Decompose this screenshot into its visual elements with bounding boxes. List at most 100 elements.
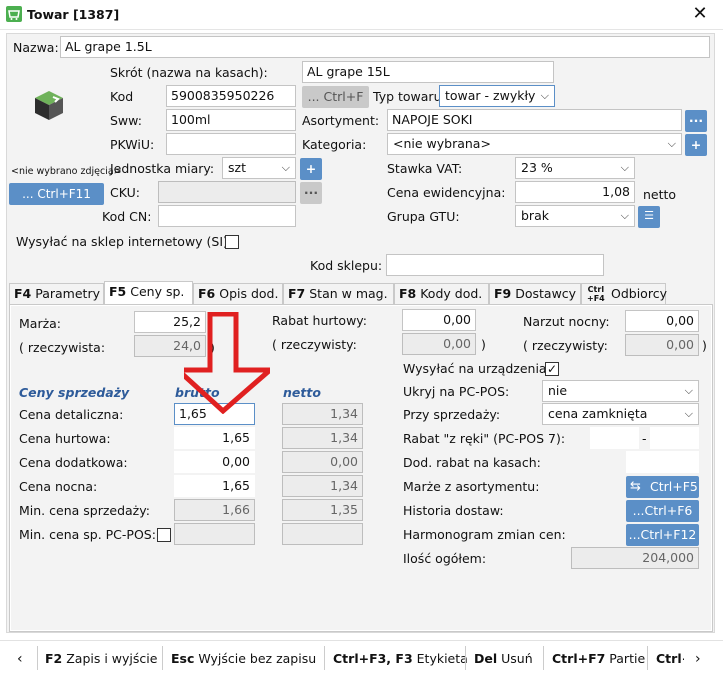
unit-add-button[interactable]: + (300, 158, 322, 180)
image-select-button[interactable]: ... Ctrl+F11 (9, 183, 104, 205)
tab-parametry[interactable]: F4 Parametry (9, 283, 104, 304)
unit-value: szt (228, 160, 246, 175)
min-pcpos-netto-value (282, 523, 363, 545)
onsale-select[interactable]: cena zamknięta ⌵ (542, 403, 699, 425)
deliv-hist-button[interactable]: ...Ctrl+F6 (626, 500, 699, 522)
qty-label: Ilość ogółem: (403, 551, 487, 566)
margin-label: Marża: (19, 316, 62, 331)
assort-margin-label: Marże z asortymentu: (403, 479, 540, 494)
wholesale-disc-label: Rabat hurtowy: (272, 313, 367, 328)
gtu-select[interactable]: brak ⌵ (515, 205, 635, 227)
price-label: Cena ewidencyjna: (387, 185, 506, 200)
night-markup-input[interactable]: 0,00 (625, 310, 699, 332)
scroll-right-icon[interactable]: › (695, 650, 701, 668)
gtu-label: Grupa GTU: (387, 209, 460, 224)
tab-odbiorcy[interactable]: Ctrl +F4 Odbiorcy (581, 283, 667, 304)
category-select[interactable]: <nie wybrana> ⌵ (387, 133, 682, 155)
cash-disc-input[interactable] (626, 451, 699, 473)
deliv-hist-label: Historia dostaw: (403, 503, 504, 518)
chevron-down-icon: ⌵ (620, 209, 629, 222)
unit-select[interactable]: szt ⌵ (222, 157, 296, 179)
hide-select[interactable]: nie ⌵ (542, 380, 699, 402)
assort-browse-button[interactable]: ... (685, 110, 707, 132)
pkwiu-input[interactable] (166, 133, 296, 155)
assort-label: Asortyment: (302, 113, 380, 128)
save-exit-button[interactable]: F2 Zapis i wyjście (45, 650, 157, 668)
chevron-down-icon: ⌵ (684, 407, 693, 420)
onsale-label: Przy sprzedaży: (403, 407, 501, 422)
chevron-down-icon: ⌵ (540, 89, 549, 102)
additional-brutto-input[interactable]: 0,00 (174, 451, 255, 473)
code-input[interactable]: 5900835950226 (166, 85, 296, 107)
shortname-input[interactable]: AL grape 15L (302, 61, 554, 83)
cku-browse-button[interactable]: ... (300, 182, 322, 204)
close-icon[interactable]: ✕ (690, 4, 710, 24)
exit-no-save-button[interactable]: Esc Wyjście bez zapisu (171, 650, 316, 668)
real-wholesale-close: ) (481, 337, 486, 352)
night-brutto-input[interactable]: 1,65 (174, 475, 255, 497)
schedule-label: Harmonogram zmian cen: (403, 527, 566, 542)
hand-disc-dash: - (642, 431, 647, 446)
assort-margin-button[interactable]: ⇆ Ctrl+F5 (626, 476, 699, 498)
retail-netto-value: 1,34 (282, 403, 363, 425)
window-title: Towar [1387] (27, 7, 120, 22)
real-night-close: ) (702, 338, 707, 353)
hand-disc-label: Rabat "z ręki" (PC-POS 7): (403, 431, 566, 446)
price-input[interactable]: 1,08 (515, 181, 635, 203)
cku-label: CKU: (110, 185, 140, 200)
price-row-label: Cena detaliczna: (19, 407, 124, 422)
price-row-label: Cena dodatkowa: (19, 455, 128, 470)
shopcode-input[interactable] (386, 254, 604, 276)
chevron-down-icon: ⌵ (684, 384, 693, 397)
scroll-left-icon[interactable]: ‹ (17, 650, 23, 668)
schedule-button[interactable]: ...Ctrl+F12 (626, 524, 699, 546)
hand-disc-from-input[interactable] (590, 427, 639, 449)
chevron-down-icon: ⌵ (667, 137, 676, 150)
category-add-button[interactable]: + (685, 134, 707, 156)
real-night-value: 0,00 (625, 334, 699, 356)
real-wholesale-value: 0,00 (402, 333, 476, 355)
send-checkbox[interactable]: ✓ (545, 362, 559, 376)
tab-opis-dod[interactable]: F6 Opis dod. (193, 283, 283, 304)
list-icon[interactable]: ☰ (638, 206, 660, 228)
red-arrow-annotation (184, 312, 270, 414)
cash-disc-label: Dod. rabat na kasach: (403, 455, 541, 470)
hide-value: nie (548, 383, 568, 398)
min-pcpos-checkbox[interactable] (157, 528, 171, 542)
wholesale-disc-input[interactable]: 0,00 (402, 309, 476, 331)
delete-button[interactable]: Del Usuń (474, 650, 533, 668)
chevron-down-icon: ⌵ (281, 161, 290, 174)
refresh-icon: ⇆ (630, 479, 641, 494)
ctrlf-button[interactable]: ... Ctrl+F (302, 86, 369, 108)
label-button[interactable]: Ctrl+F3, F3 Etykieta (333, 650, 468, 668)
vat-select[interactable]: 23 % ⌵ (515, 157, 635, 179)
hand-disc-to-input[interactable] (650, 427, 699, 449)
sww-input[interactable]: 100ml (166, 109, 296, 131)
chevron-down-icon: ⌵ (620, 161, 629, 174)
type-select[interactable]: towar - zwykły ⌵ (439, 85, 555, 107)
no-image-text: <nie wybrano zdjęcia> (11, 166, 122, 177)
tab-ceny-sp[interactable]: F5 Ceny sp. (104, 281, 193, 304)
pkwiu-label: PKWiU: (110, 137, 155, 152)
batches-button[interactable]: Ctrl+F7 Partie (552, 650, 645, 668)
vat-label: Stawka VAT: (387, 161, 463, 176)
min-brutto-value: 1,66 (174, 499, 255, 521)
price-suffix: netto (643, 187, 677, 202)
night-netto-value: 1,34 (282, 475, 363, 497)
tab-stan-w-mag[interactable]: F7 Stan w mag. (283, 283, 394, 304)
gtu-value: brak (521, 208, 549, 223)
cn-label: Kod CN: (102, 209, 152, 224)
tab-kody-dod[interactable]: F8 Kody dod. (394, 283, 489, 304)
tab-dostawcy[interactable]: F9 Dostawcy (489, 283, 581, 304)
price-row-label: Cena nocna: (19, 479, 98, 494)
more-footer-button[interactable]: Ctrl+ (656, 650, 684, 668)
name-input[interactable]: AL grape 1.5L (60, 36, 710, 58)
wholesale-netto-value: 1,34 (282, 427, 363, 449)
sww-label: Sww: (110, 113, 142, 128)
ishop-checkbox[interactable] (225, 235, 239, 249)
price-row-label: Min. cena sp. PC-POS: (19, 527, 156, 542)
cn-input[interactable] (158, 205, 296, 227)
netto-header: netto (283, 385, 321, 400)
assort-input[interactable]: NAPOJE SOKI (387, 109, 682, 131)
wholesale-brutto-input[interactable]: 1,65 (174, 427, 255, 449)
